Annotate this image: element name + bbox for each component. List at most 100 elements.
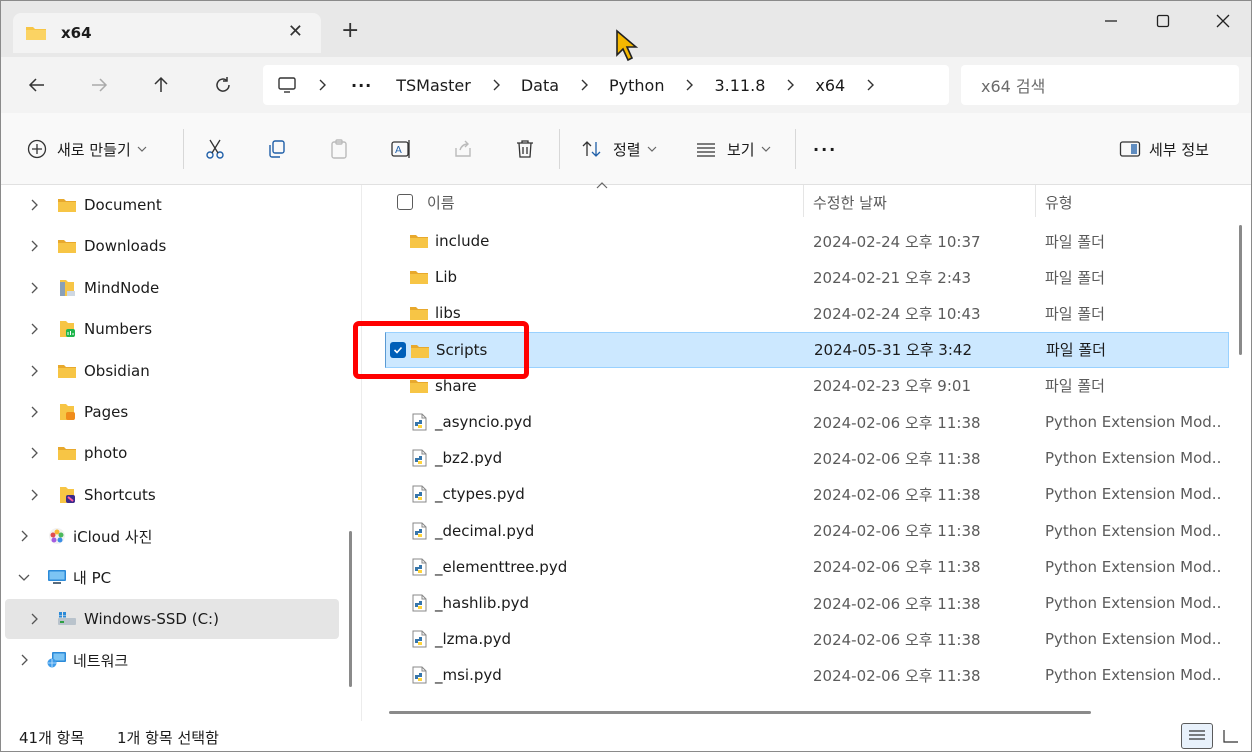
select-all-checkbox[interactable] [397,194,413,210]
chevron-right-icon[interactable] [315,78,329,92]
chevron-right-icon[interactable] [27,405,41,419]
file-type: 파일 폴더 [1046,341,1106,360]
chevron-right-icon[interactable] [577,78,591,92]
new-tab-button[interactable]: + [341,19,359,43]
breadcrumb-item-x64[interactable]: x64 [815,76,845,95]
file-row[interactable]: include 2024-02-24 오후 10:37 파일 폴더 [385,223,1229,259]
paste-button[interactable] [323,133,355,165]
chevron-right-icon[interactable] [27,488,41,502]
chevron-right-icon[interactable] [863,78,877,92]
details-pane-button[interactable]: 세부 정보 [1119,133,1209,165]
sidebar-scrollbar[interactable] [349,531,352,687]
details-view-icon [1189,730,1205,740]
chevron-right-icon[interactable] [27,322,41,336]
column-divider[interactable] [1035,185,1036,217]
file-explorer-window: x64 ✕ + ··· TSMaster Data Python 3.11.8 … [0,0,1252,752]
rename-button[interactable]: A [385,133,417,165]
pc-icon [278,77,296,93]
chevron-right-icon[interactable] [27,364,41,378]
file-name: share [435,376,477,395]
forward-button[interactable] [83,69,115,101]
share-button[interactable] [447,133,479,165]
sidebar-item-mindnode[interactable]: MindNode [1,268,341,308]
up-button[interactable] [145,69,177,101]
file-date: 2024-02-06 오후 11:38 [813,594,981,613]
details-label: 세부 정보 [1149,140,1209,159]
close-window-button[interactable] [1205,9,1241,33]
chevron-right-icon[interactable] [783,78,797,92]
file-name: _bz2.pyd [435,449,503,468]
sidebar-item-photo[interactable]: photo [1,433,341,473]
file-row[interactable]: _lzma.pyd 2024-02-06 오후 11:38 Python Exten… [385,621,1229,657]
chevron-right-icon[interactable] [17,653,31,667]
large-icons-view-toggle[interactable] [1215,723,1247,749]
file-row[interactable]: _asyncio.pyd 2024-02-06 오후 11:38 Python Ex… [385,404,1229,440]
breadcrumb-item-tsmaster[interactable]: TSMaster [396,76,471,95]
numbers-folder-icon [57,320,77,338]
sidebar-item-pages[interactable]: Pages [1,392,341,432]
file-row[interactable]: _ctypes.pyd 2024-02-06 오후 11:38 Python Ext… [385,476,1229,512]
file-type: 파일 폴더 [1045,304,1105,323]
new-button[interactable]: 새로 만들기 [27,133,147,165]
file-date: 2024-02-06 오후 11:38 [813,558,981,577]
file-row[interactable]: _bz2.pyd 2024-02-06 오후 11:38 Python Extens… [385,440,1229,476]
details-view-toggle[interactable] [1181,723,1213,749]
vertical-scrollbar[interactable] [1239,225,1242,355]
new-button-label: 새로 만들기 [57,140,131,159]
minimize-button[interactable] [1093,9,1129,33]
view-button[interactable]: 보기 [695,133,771,165]
chevron-right-icon[interactable] [17,529,31,543]
file-row[interactable]: _decimal.pyd 2024-02-06 오후 11:38 Python Ex… [385,513,1229,549]
chevron-right-icon[interactable] [27,281,41,295]
tab-close-icon[interactable]: ✕ [288,21,303,42]
chevron-right-icon[interactable] [27,239,41,253]
column-header-name[interactable]: 이름 [427,185,455,219]
column-divider[interactable] [803,185,804,217]
sidebar-item-네트워크[interactable]: 네트워크 [1,640,341,680]
sort-button[interactable]: 정렬 [581,133,657,165]
pane-divider [361,185,362,721]
trash-icon [517,140,533,158]
tab-x64[interactable]: x64 ✕ [13,13,321,53]
breadcrumb-item-data[interactable]: Data [521,76,559,95]
sidebar-item-numbers[interactable]: Numbers [1,309,341,349]
delete-button[interactable] [509,133,541,165]
sidebar-item-obsidian[interactable]: Obsidian [1,351,341,391]
chevron-right-icon[interactable] [27,446,41,460]
chevron-down-icon[interactable] [17,570,31,584]
file-row[interactable]: _msi.pyd 2024-02-06 오후 11:38 Python Extens… [385,657,1229,693]
file-row[interactable]: _hashlib.pyd 2024-02-06 오후 11:38 Python Ex… [385,585,1229,621]
search-input[interactable]: x64 검색 [961,65,1239,105]
copy-button[interactable] [261,133,293,165]
breadcrumb-more-button[interactable]: ··· [351,76,372,95]
refresh-button[interactable] [207,69,239,101]
chevron-right-icon[interactable] [682,78,696,92]
sidebar-item-downloads[interactable]: Downloads [1,226,341,266]
breadcrumb-item-python[interactable]: Python [609,76,664,95]
column-header-type[interactable]: 유형 [1045,185,1073,219]
sidebar-item-shortcuts[interactable]: Shortcuts [1,475,341,515]
file-row[interactable]: Lib 2024-02-21 오후 2:43 파일 폴더 [385,259,1229,295]
sidebar-item-icloud-사진[interactable]: iCloud 사진 [1,516,341,556]
python-file-icon [409,630,429,648]
chevron-right-icon[interactable] [27,198,41,212]
file-row[interactable]: _elementtree.pyd 2024-02-06 오후 11:38 Pytho… [385,549,1229,585]
breadcrumb-item-version[interactable]: 3.11.8 [714,76,765,95]
address-bar[interactable]: ··· TSMaster Data Python 3.11.8 x64 [263,65,949,105]
sidebar-item-document[interactable]: Document [1,185,341,225]
close-icon [1216,14,1230,28]
chevron-right-icon[interactable] [489,78,503,92]
chevron-down-icon [761,146,771,152]
cut-button[interactable] [199,133,231,165]
back-button[interactable] [21,69,53,101]
column-header-date[interactable]: 수정한 날짜 [813,185,887,219]
folder-icon [409,232,429,250]
more-options-button[interactable]: ··· [813,133,837,165]
sidebar-item-windows-ssd-c[interactable]: Windows-SSD (C:) [5,599,339,639]
chevron-right-icon[interactable] [27,612,41,626]
maximize-button[interactable] [1145,9,1181,33]
horizontal-scrollbar[interactable] [389,711,1091,714]
file-type: Python Extension Mod... [1045,594,1221,612]
folder-icon [409,304,429,322]
sidebar-item-내-pc[interactable]: 내 PC [1,557,341,597]
